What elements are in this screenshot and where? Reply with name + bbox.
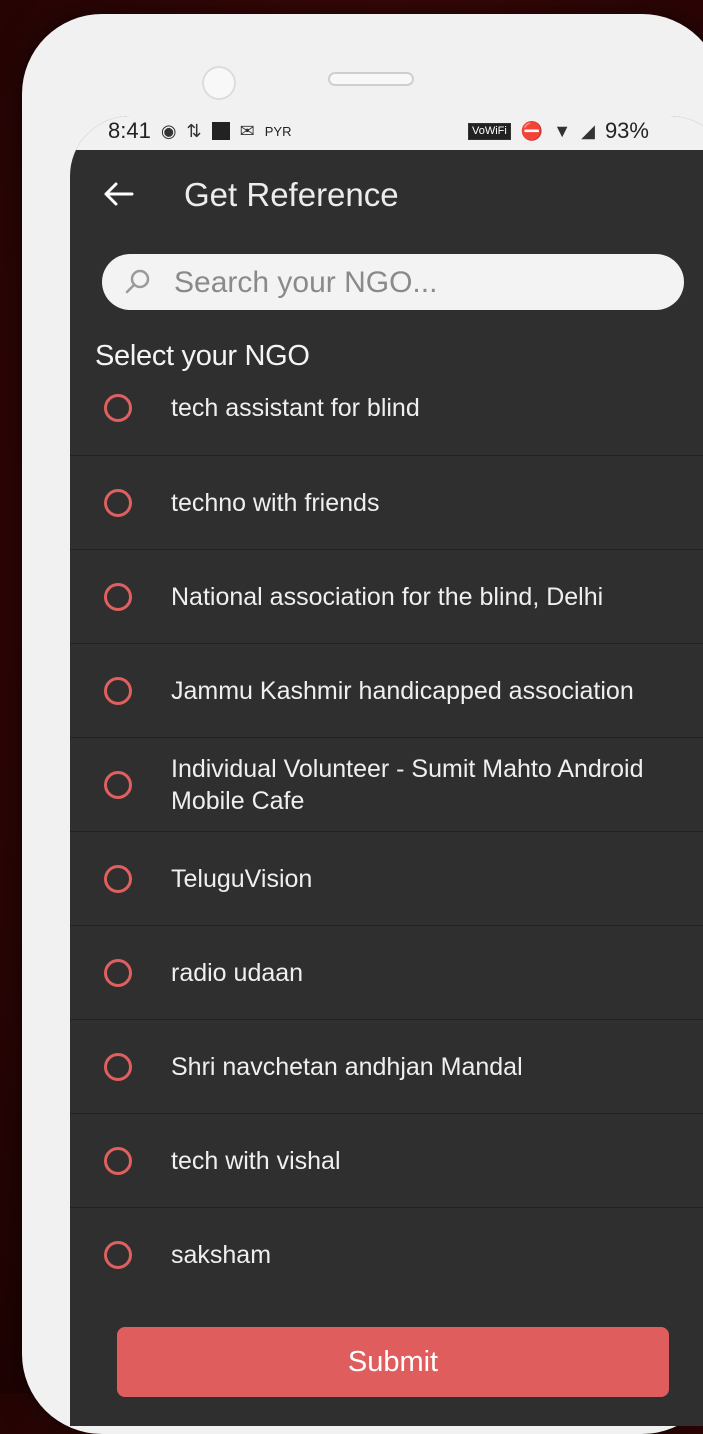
ngo-option[interactable]: tech with vishal — [70, 1114, 703, 1208]
battery-level: 93% — [604, 118, 649, 143]
radio-button[interactable] — [104, 1241, 132, 1269]
ngo-option-label: Shri navchetan andhjan Mandal — [171, 1052, 523, 1081]
radio-button[interactable] — [104, 958, 132, 987]
ngo-option[interactable]: Jammu Kashmir handicapped association — [70, 644, 703, 738]
gmail-icon: ✉ — [239, 120, 255, 141]
ngo-option-label: National association for the blind, Delh… — [171, 582, 604, 611]
search-input[interactable] — [172, 262, 666, 304]
ngo-option-label: tech with vishal — [171, 1146, 341, 1175]
cell-signal-icon: ◢ — [581, 120, 595, 141]
ngo-option[interactable]: TeluguVision — [70, 832, 703, 926]
radio-button[interactable] — [104, 582, 132, 611]
wifi-icon: ▼ — [553, 120, 572, 141]
radio-button[interactable] — [104, 864, 132, 893]
notification-square-icon — [211, 122, 230, 140]
status-time: 8:41 — [108, 118, 151, 143]
signal-alt-icon: ⇅ — [186, 120, 202, 141]
ngo-option-label: saksham — [171, 1241, 272, 1269]
ngo-list: tech assistant for blind techno with fri… — [70, 360, 703, 1302]
app-bar: Get Reference — [70, 156, 703, 236]
ngo-option-label: techno with friends — [171, 488, 380, 517]
message-icon: ◉ — [160, 120, 177, 141]
radio-button[interactable] — [104, 676, 132, 705]
search-icon — [125, 269, 150, 294]
ngo-option[interactable]: radio udaan — [70, 926, 703, 1020]
ngo-option[interactable]: National association for the blind, Delh… — [70, 550, 703, 644]
ngo-option-label: Jammu Kashmir handicapped association — [171, 676, 634, 705]
status-bar: 8:41 ◉ ⇅ ✉ PYR VoWiFi ⛔ ▼ ◢ 93% — [70, 116, 703, 150]
ngo-option-label: Individual Volunteer - Sumit Mahto Andro… — [171, 754, 644, 815]
ngo-option[interactable]: techno with friends — [70, 456, 703, 550]
radio-button[interactable] — [104, 393, 132, 422]
radio-button[interactable] — [104, 488, 132, 517]
ngo-option[interactable]: saksham — [70, 1208, 703, 1302]
earpiece-speaker — [328, 72, 414, 86]
ngo-option[interactable]: Shri navchetan andhjan Mandal — [70, 1020, 703, 1114]
app-screen: 8:41 ◉ ⇅ ✉ PYR VoWiFi ⛔ ▼ ◢ 93% Get Refe… — [70, 116, 703, 1426]
dnd-icon: ⛔ — [520, 120, 544, 141]
ngo-option-label: radio udaan — [171, 958, 304, 987]
page-title: Get Reference — [184, 176, 399, 213]
carrier-label: PYR — [264, 123, 292, 139]
ngo-option-label: TeluguVision — [171, 864, 313, 893]
vowifi-badge: VoWiFi — [468, 122, 511, 140]
back-arrow-icon — [104, 182, 134, 206]
submit-button[interactable]: Submit — [117, 1327, 669, 1397]
back-button[interactable] — [98, 174, 138, 214]
ngo-option-label: tech assistant for blind — [171, 393, 420, 422]
phone-frame: 8:41 ◉ ⇅ ✉ PYR VoWiFi ⛔ ▼ ◢ 93% Get Refe… — [22, 14, 703, 1434]
ngo-option[interactable]: tech assistant for blind — [70, 360, 703, 456]
front-camera — [202, 66, 236, 100]
radio-button[interactable] — [104, 1052, 132, 1081]
radio-button[interactable] — [104, 1146, 132, 1175]
ngo-option[interactable]: Individual Volunteer - Sumit Mahto Andro… — [70, 738, 703, 832]
search-bar[interactable] — [102, 254, 684, 310]
radio-button[interactable] — [104, 770, 132, 799]
